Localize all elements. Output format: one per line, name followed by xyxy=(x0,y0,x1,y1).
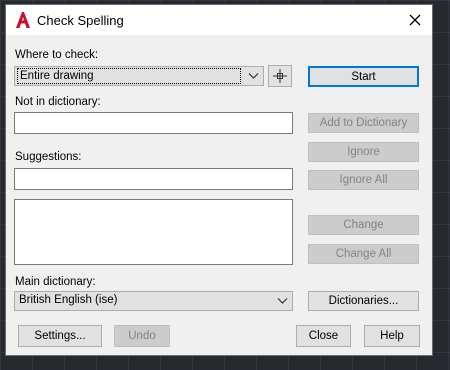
start-button[interactable]: Start xyxy=(308,66,419,87)
not-in-dictionary-field xyxy=(14,112,293,134)
change-all-button[interactable]: Change All xyxy=(308,244,419,264)
add-to-dictionary-button[interactable]: Add to Dictionary xyxy=(308,113,419,133)
undo-button[interactable]: Undo xyxy=(114,325,170,347)
autocad-a-icon xyxy=(16,12,30,28)
check-spelling-dialog: Check Spelling Where to check: Entire dr… xyxy=(5,4,433,356)
ignore-button[interactable]: Ignore xyxy=(308,142,419,162)
crosshair-select-icon xyxy=(273,69,287,83)
main-dictionary-value: British English (ise) xyxy=(19,294,118,306)
not-in-dictionary-label: Not in dictionary: xyxy=(15,96,101,108)
suggestions-label: Suggestions: xyxy=(15,151,82,163)
main-dictionary-label: Main dictionary: xyxy=(15,276,96,288)
chevron-down-icon xyxy=(277,298,288,304)
help-button[interactable]: Help xyxy=(364,325,420,347)
where-to-check-dropdown[interactable]: Entire drawing xyxy=(14,66,264,86)
suggestion-input[interactable] xyxy=(14,168,293,190)
title-bar: Check Spelling xyxy=(6,5,432,35)
where-to-check-value: Entire drawing xyxy=(17,68,241,84)
chevron-down-icon xyxy=(248,73,259,79)
change-button[interactable]: Change xyxy=(308,215,419,235)
where-to-check-label: Where to check: xyxy=(15,49,99,61)
close-button[interactable]: Close xyxy=(296,325,351,347)
dictionaries-button[interactable]: Dictionaries... xyxy=(308,291,419,311)
select-objects-button[interactable] xyxy=(268,65,292,87)
ignore-all-button[interactable]: Ignore All xyxy=(308,170,419,190)
suggestions-list[interactable] xyxy=(14,199,293,265)
close-icon[interactable] xyxy=(406,11,424,29)
settings-button[interactable]: Settings... xyxy=(18,325,102,347)
main-dictionary-dropdown[interactable]: British English (ise) xyxy=(14,291,293,311)
window-title: Check Spelling xyxy=(37,13,124,28)
